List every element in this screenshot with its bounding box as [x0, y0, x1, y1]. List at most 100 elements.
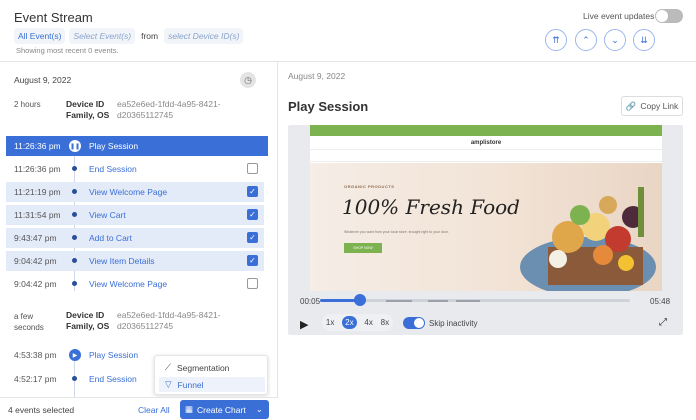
event-name[interactable]: End Session — [89, 164, 137, 174]
select-device-chip[interactable]: select Device ID(s) — [164, 28, 244, 44]
speed-selector: 1x 2x 4x 8x — [322, 314, 393, 331]
event-time: 9:43:47 pm — [14, 233, 57, 243]
event-name[interactable]: End Session — [89, 374, 137, 384]
date-heading: August 9, 2022 — [14, 75, 72, 85]
event-time: 11:26:36 pm — [14, 141, 61, 151]
clock-button[interactable]: ◷ — [240, 72, 256, 88]
skip-inactivity-toggle[interactable] — [403, 317, 425, 329]
scrubber-handle[interactable] — [354, 294, 367, 306]
line-chart-icon: ⟋ — [165, 362, 171, 372]
play-button[interactable]: ▶ — [300, 318, 308, 331]
speed-option-8x[interactable]: 8x — [381, 318, 389, 327]
session-row-selected[interactable]: 11:26:36 pm ❚❚ Play Session — [6, 136, 268, 156]
event-row[interactable]: 9:04:42 pm View Welcome Page — [6, 274, 264, 294]
event-time: 4:52:17 pm — [14, 374, 57, 384]
event-time: 4:53:38 pm — [14, 350, 57, 360]
timeline-dot — [72, 376, 77, 381]
chevron-down-icon: ⌄ — [255, 404, 263, 414]
expand-icon: ⤢ — [659, 317, 667, 328]
speed-option-1x[interactable]: 1x — [326, 318, 334, 327]
shop-now-button: SHOP NOW — [344, 243, 382, 253]
chevron-down-icon: ⌄ — [611, 34, 619, 45]
toggle-knob — [414, 318, 424, 328]
event-filter: All Event(s) Select Event(s) from select… — [14, 28, 244, 44]
event-row[interactable]: 11:31:54 pm View Cart ✓ — [6, 205, 264, 225]
event-row[interactable]: 9:04:42 pm View Item Details ✓ — [6, 251, 264, 271]
event-row[interactable]: 9:43:47 pm Add to Cart ✓ — [6, 228, 264, 248]
device-id: ea52e6ed-1fdd-4a95-8421-d20365112745 — [117, 310, 221, 331]
skip-inactivity-label: Skip inactivity — [429, 319, 478, 328]
menu-item-label: Segmentation — [176, 362, 230, 373]
event-row[interactable]: 11:21:19 pm View Welcome Page ✓ — [6, 182, 264, 202]
event-checkbox[interactable]: ✓ — [247, 255, 258, 266]
all-events-chip[interactable]: All Event(s) — [14, 28, 66, 44]
replay-title: Play Session — [288, 99, 369, 114]
hero-subtitle: Whatever you want from your local store,… — [344, 230, 449, 234]
event-row[interactable]: 11:26:36 pm End Session — [6, 159, 264, 179]
site-hero: ORGANIC PRODUCTS 100% Fresh Food Whateve… — [310, 163, 662, 291]
timeline-dot — [72, 235, 77, 240]
live-updates-toggle[interactable] — [655, 9, 683, 23]
replay-controls: 00:05 05:48 ▶ 1x 2x 4x 8x Skip inactivity ⤢ — [278, 290, 696, 340]
select-events-chip[interactable]: Select Event(s) — [69, 28, 136, 44]
link-icon: 🔗 — [625, 100, 637, 111]
timeline-dot — [72, 212, 77, 217]
event-checkbox[interactable]: ✓ — [247, 232, 258, 243]
funnel-icon: ▽ — [165, 379, 172, 389]
event-name[interactable]: View Item Details — [89, 256, 155, 266]
jump-bottom-button[interactable]: ⇊ — [633, 29, 655, 51]
fullscreen-button[interactable]: ⤢ — [659, 317, 667, 328]
next-button[interactable]: ⌄ — [604, 29, 626, 51]
create-chart-label: Create Chart — [197, 404, 246, 415]
session-ago: 2 hours — [14, 100, 41, 109]
timeline-dot — [72, 258, 77, 263]
create-chart-menu: ⟋ Segmentation ▽ Funnel — [154, 355, 268, 395]
clear-all-link[interactable]: Clear All — [138, 405, 170, 415]
session-replay-pane: August 9, 2022 Play Session 🔗 Copy Link … — [278, 62, 696, 420]
copy-link-button[interactable]: 🔗 Copy Link — [621, 96, 683, 116]
chart-icon: ▦ — [185, 404, 194, 414]
live-updates-label: Live event updates — [583, 11, 655, 21]
event-name[interactable]: View Welcome Page — [89, 279, 167, 289]
replay-date: August 9, 2022 — [288, 71, 346, 81]
event-name[interactable]: Play Session — [89, 141, 138, 151]
event-name[interactable]: View Cart — [89, 210, 126, 220]
event-checkbox[interactable]: ✓ — [247, 209, 258, 220]
event-name[interactable]: Add to Cart — [89, 233, 132, 243]
selected-count: 4 events selected — [8, 405, 75, 415]
from-text: from — [141, 31, 159, 41]
timeline-dot — [72, 281, 77, 286]
create-chart-button[interactable]: ▦ Create Chart ⌄ — [180, 400, 269, 419]
time-current: 00:05 — [300, 297, 321, 306]
event-checkbox[interactable] — [247, 278, 258, 289]
toggle-knob — [656, 10, 668, 22]
replayed-website: amplistore ORGANIC PRODUCTS 100% Fresh F… — [310, 125, 662, 291]
event-time: 11:21:19 pm — [14, 187, 61, 197]
event-time: 9:04:42 pm — [14, 256, 57, 266]
timeline-dot — [72, 189, 77, 194]
session-ago: a few seconds — [14, 312, 44, 332]
top-bar: Event Stream All Event(s) Select Event(s… — [0, 0, 696, 62]
chevron-up-icon: ⌃ — [582, 34, 590, 45]
site-nav — [310, 150, 662, 162]
event-checkbox[interactable] — [247, 163, 258, 174]
device-id: ea52e6ed-1fdd-4a95-8421-d20365112745 — [117, 99, 221, 120]
selection-bar: 4 events selected Clear All ▦ Create Cha… — [0, 397, 278, 420]
event-checkbox[interactable]: ✓ — [247, 186, 258, 197]
event-name[interactable]: Play Session — [89, 350, 138, 360]
speed-option-2x[interactable]: 2x — [342, 316, 357, 329]
play-icon: ▶ — [69, 349, 81, 361]
event-time: 9:04:42 pm — [14, 279, 57, 289]
menu-item-segmentation[interactable]: ⟋ Segmentation — [159, 360, 265, 375]
event-name[interactable]: View Welcome Page — [89, 187, 167, 197]
site-top-bar — [310, 125, 662, 136]
previous-button[interactable]: ⌃ — [575, 29, 597, 51]
speed-option-4x[interactable]: 4x — [364, 318, 372, 327]
event-time: 11:31:54 pm — [14, 210, 61, 220]
menu-item-funnel[interactable]: ▽ Funnel — [159, 377, 265, 392]
jump-top-button[interactable]: ⇈ — [545, 29, 567, 51]
double-chevron-up-icon: ⇈ — [552, 34, 560, 45]
food-basket-illustration — [520, 187, 656, 291]
double-chevron-down-icon: ⇊ — [640, 34, 648, 45]
copy-link-label: Copy Link — [640, 101, 679, 111]
